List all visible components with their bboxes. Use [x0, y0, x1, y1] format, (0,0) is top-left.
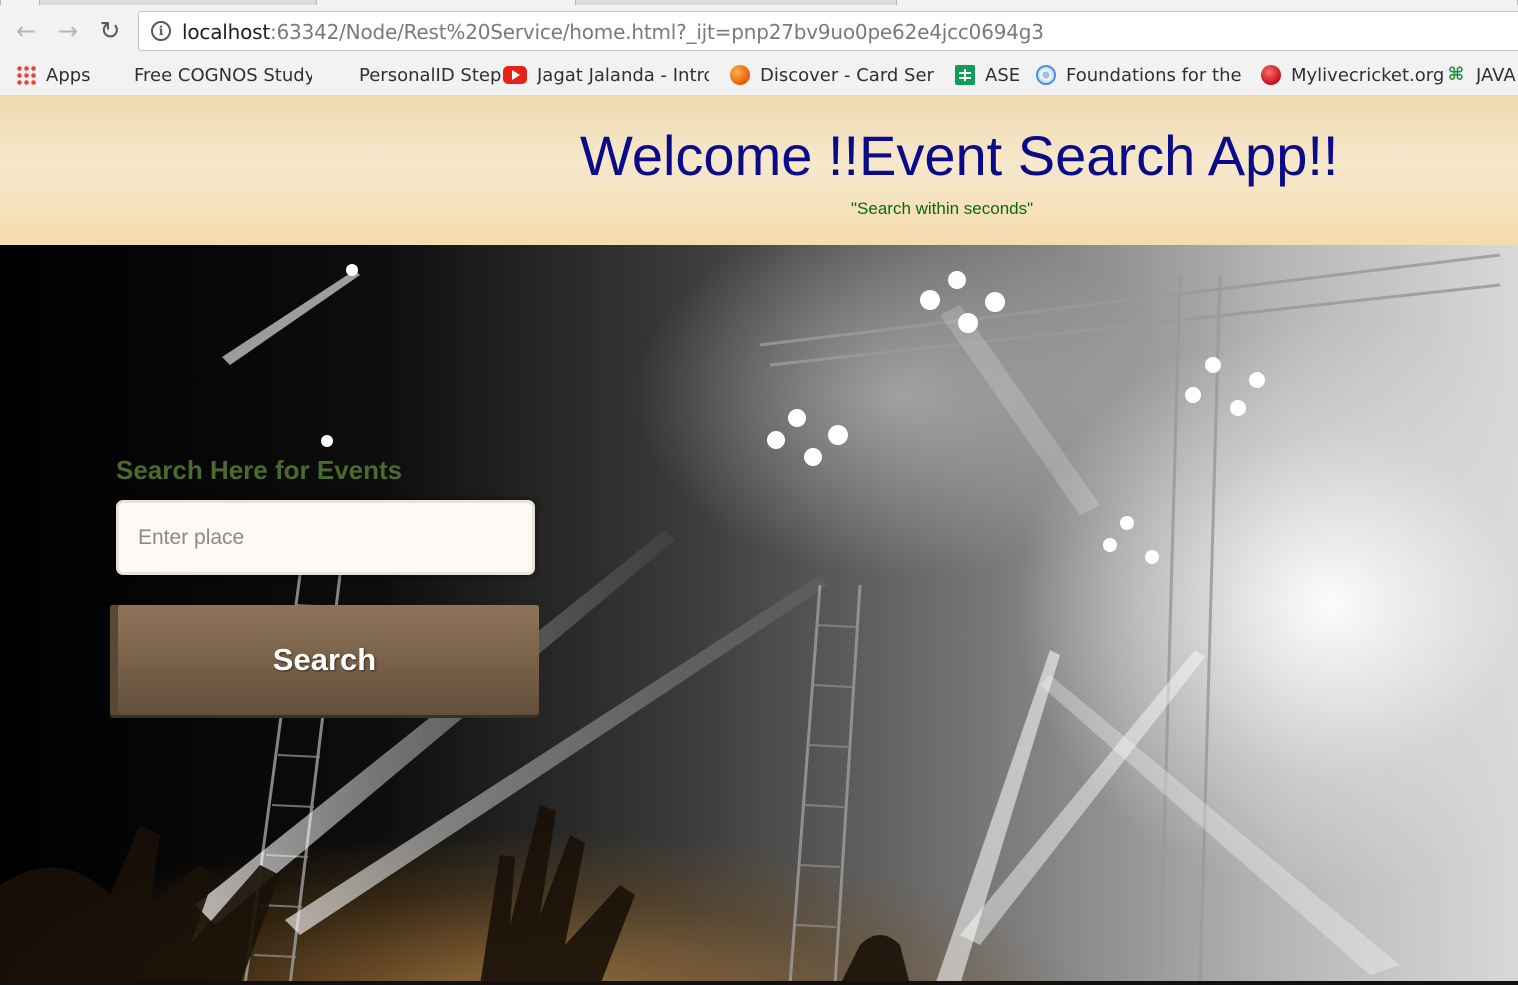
- browser-toolbar: ← → ↻ i localhost:63342/Node/Rest%20Serv…: [0, 5, 1518, 57]
- java-icon: ⌘: [1447, 64, 1465, 85]
- bookmark-foundations[interactable]: Foundations for the St: [1036, 62, 1242, 88]
- bookmark-java[interactable]: ⌘ JAVA: [1446, 62, 1516, 88]
- page: Welcome !!Event Search App!! "Search wit…: [0, 95, 1518, 985]
- page-title: Welcome !!Event Search App!!: [580, 124, 1339, 187]
- bookmark-label: Apps: [46, 64, 91, 86]
- search-button[interactable]: Search: [110, 605, 539, 715]
- youtube-icon: [503, 66, 527, 84]
- bookmark-label: Discover - Card Servic: [760, 64, 934, 86]
- bookmark-label: Free COGNOS Study G: [134, 64, 312, 86]
- discover-icon: [730, 65, 750, 85]
- info-icon[interactable]: i: [151, 21, 171, 41]
- bookmark-label: Jagat Jalanda - Intro -: [537, 64, 709, 86]
- bookmark-label: ASE: [985, 64, 1021, 86]
- forward-arrow-icon[interactable]: →: [54, 17, 82, 45]
- bookmark-discover[interactable]: Discover - Card Servic: [730, 62, 934, 88]
- bookmark-jagat-jalanda[interactable]: Jagat Jalanda - Intro -: [503, 62, 709, 88]
- site-header: Welcome !!Event Search App!! "Search wit…: [0, 95, 1518, 245]
- bookmark-label: Mylivecricket.org: [1291, 64, 1445, 86]
- sheets-icon: [955, 65, 975, 85]
- bookmark-cognos[interactable]: Free COGNOS Study G: [108, 62, 312, 88]
- page-bottom-edge: [0, 981, 1518, 985]
- place-search-input[interactable]: [116, 500, 535, 575]
- bookmark-apps[interactable]: Apps: [16, 62, 91, 88]
- bookmark-personalid[interactable]: PersonalID Step: [333, 62, 501, 88]
- bookmark-ase[interactable]: ASE: [955, 62, 1020, 88]
- url-host: localhost: [182, 20, 270, 44]
- back-arrow-icon[interactable]: ←: [12, 17, 40, 45]
- cricket-ball-icon: [1261, 65, 1281, 85]
- bookmark-label: Foundations for the St: [1066, 64, 1242, 86]
- tagline: "Search within seconds": [851, 199, 1034, 218]
- reload-icon[interactable]: ↻: [96, 17, 124, 45]
- bookmark-mylivecricket[interactable]: Mylivecricket.org: [1261, 62, 1444, 88]
- url-text[interactable]: localhost:63342/Node/Rest%20Service/home…: [182, 20, 1044, 44]
- browser-chrome: ← → ↻ i localhost:63342/Node/Rest%20Serv…: [0, 0, 1518, 95]
- url-path: :63342/Node/Rest%20Service/home.html?_ij…: [269, 20, 1044, 44]
- bookmark-label: PersonalID Step: [359, 64, 502, 86]
- globe-icon: [1036, 65, 1056, 85]
- search-heading: Search Here for Events: [116, 455, 403, 485]
- apps-grid-icon: [16, 65, 36, 85]
- address-bar[interactable]: i localhost:63342/Node/Rest%20Service/ho…: [138, 11, 1518, 51]
- concert-background: Search Here for Events Search: [0, 245, 1518, 985]
- bookmark-label: JAVA: [1476, 64, 1516, 86]
- bookmarks-bar: Apps Free COGNOS Study G PersonalID Step…: [0, 57, 1518, 95]
